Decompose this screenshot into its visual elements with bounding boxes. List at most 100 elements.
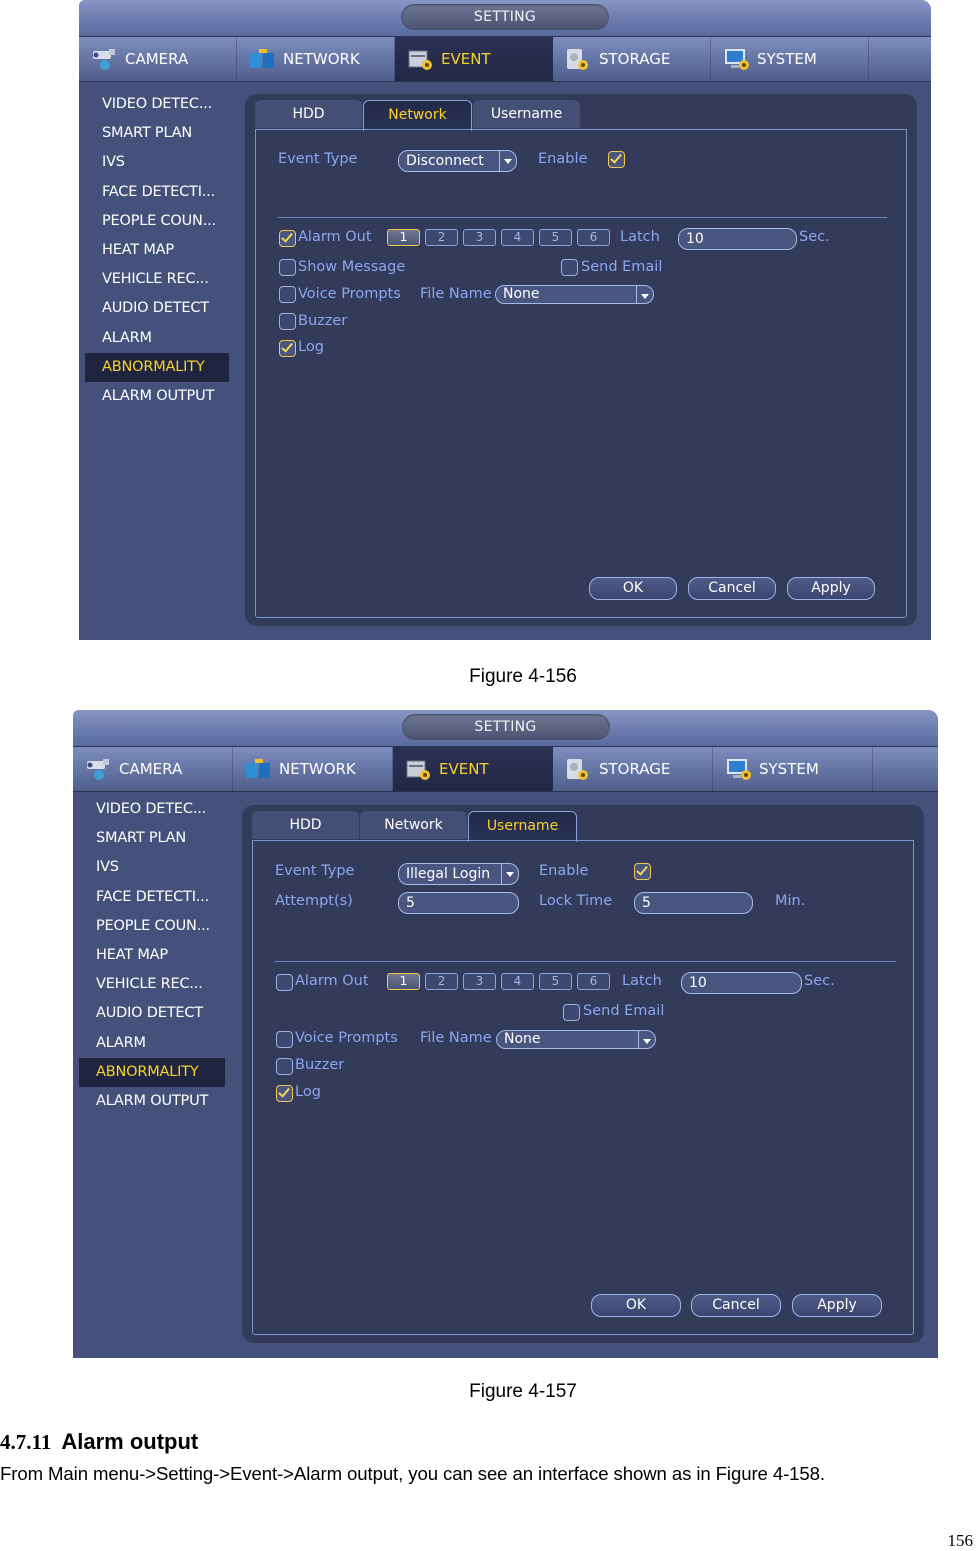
subtab-hdd[interactable]: HDD bbox=[252, 811, 359, 839]
side-item-alarm-output[interactable]: ALARM OUTPUT bbox=[79, 1087, 225, 1116]
subtab-network[interactable]: Network bbox=[363, 100, 472, 131]
channel-2-button[interactable]: 2 bbox=[425, 973, 458, 990]
side-item-video-detect[interactable]: VIDEO DETEC... bbox=[79, 795, 225, 824]
tab-event[interactable]: EVENT bbox=[395, 37, 553, 81]
lock-time-input[interactable]: 5 bbox=[634, 892, 753, 914]
channel-6-button[interactable]: 6 bbox=[577, 973, 610, 990]
event-type-dropdown[interactable]: Disconnect bbox=[398, 150, 517, 172]
side-item-audio-detect[interactable]: AUDIO DETECT bbox=[85, 294, 229, 323]
subtab-hdd[interactable]: HDD bbox=[255, 100, 362, 128]
side-item-heat-map[interactable]: HEAT MAP bbox=[85, 236, 229, 265]
side-item-smart-plan[interactable]: SMART PLAN bbox=[85, 119, 229, 148]
send-email-label: Send Email bbox=[583, 1003, 665, 1019]
tab-camera[interactable]: CAMERA bbox=[73, 747, 233, 791]
log-checkbox[interactable] bbox=[279, 340, 296, 357]
event-type-dropdown[interactable]: Illegal Login bbox=[398, 863, 519, 885]
side-item-abnormality[interactable]: ABNORMALITY bbox=[79, 1057, 225, 1087]
log-checkbox[interactable] bbox=[276, 1085, 293, 1102]
send-email-checkbox[interactable] bbox=[563, 1004, 580, 1021]
latch-input[interactable]: 10 bbox=[678, 228, 797, 250]
buzzer-label: Buzzer bbox=[298, 313, 348, 329]
side-item-audio-detect[interactable]: AUDIO DETECT bbox=[79, 999, 225, 1028]
file-name-label: File Name bbox=[420, 286, 492, 302]
enable-checkbox[interactable] bbox=[634, 863, 651, 880]
ok-button[interactable]: OK bbox=[591, 1294, 681, 1317]
channel-3-button[interactable]: 3 bbox=[463, 973, 496, 990]
subtab-network[interactable]: Network bbox=[360, 811, 467, 839]
channel-3-button[interactable]: 3 bbox=[463, 229, 496, 246]
tab-camera[interactable]: CAMERA bbox=[79, 37, 237, 81]
figure-caption: Figure 4-156 bbox=[469, 666, 577, 687]
alarm-out-checkbox[interactable] bbox=[276, 974, 293, 991]
voice-prompts-checkbox[interactable] bbox=[276, 1031, 293, 1048]
side-item-ivs[interactable]: IVS bbox=[79, 853, 225, 882]
send-email-checkbox[interactable] bbox=[561, 259, 578, 276]
apply-button[interactable]: Apply bbox=[787, 577, 875, 600]
cancel-button[interactable]: Cancel bbox=[691, 1294, 781, 1317]
camera-icon bbox=[85, 757, 113, 781]
tab-event[interactable]: EVENT bbox=[393, 747, 553, 791]
file-name-dropdown[interactable]: None bbox=[496, 1030, 656, 1049]
tab-system[interactable]: SYSTEM bbox=[713, 747, 873, 791]
side-item-alarm[interactable]: ALARM bbox=[85, 324, 229, 353]
side-item-smart-plan[interactable]: SMART PLAN bbox=[79, 824, 225, 853]
event-type-label: Event Type bbox=[278, 151, 358, 167]
side-item-vehicle-recognition[interactable]: VEHICLE REC... bbox=[79, 970, 225, 999]
event-icon bbox=[405, 757, 433, 781]
event-side-menu: VIDEO DETEC... SMART PLAN IVS FACE DETEC… bbox=[85, 90, 229, 411]
enable-label: Enable bbox=[538, 151, 588, 167]
ok-button[interactable]: OK bbox=[589, 577, 677, 600]
subtab-username[interactable]: Username bbox=[473, 100, 580, 128]
side-item-ivs[interactable]: IVS bbox=[85, 148, 229, 177]
side-item-abnormality[interactable]: ABNORMALITY bbox=[85, 352, 229, 382]
buzzer-checkbox[interactable] bbox=[279, 313, 296, 330]
file-name-dropdown[interactable]: None bbox=[495, 285, 654, 304]
side-item-video-detect[interactable]: VIDEO DETEC... bbox=[85, 90, 229, 119]
subtab-username[interactable]: Username bbox=[468, 811, 577, 842]
enable-label: Enable bbox=[539, 863, 589, 879]
channel-2-button[interactable]: 2 bbox=[425, 229, 458, 246]
side-item-people-counting[interactable]: PEOPLE COUN... bbox=[79, 912, 225, 941]
side-item-heat-map[interactable]: HEAT MAP bbox=[79, 941, 225, 970]
side-item-vehicle-recognition[interactable]: VEHICLE REC... bbox=[85, 265, 229, 294]
channel-5-button[interactable]: 5 bbox=[539, 229, 572, 246]
channel-4-button[interactable]: 4 bbox=[501, 973, 534, 990]
side-item-face-detection[interactable]: FACE DETECTI... bbox=[79, 883, 225, 912]
tab-storage[interactable]: STORAGE bbox=[553, 37, 711, 81]
show-message-checkbox[interactable] bbox=[279, 259, 296, 276]
tab-storage-label: STORAGE bbox=[599, 50, 671, 68]
attempts-input[interactable]: 5 bbox=[398, 892, 519, 914]
latch-label: Latch bbox=[620, 229, 660, 245]
apply-button[interactable]: Apply bbox=[792, 1294, 882, 1317]
send-email-label: Send Email bbox=[581, 259, 663, 275]
panel-content bbox=[252, 840, 914, 1335]
channel-5-button[interactable]: 5 bbox=[539, 973, 572, 990]
alarm-out-checkbox[interactable] bbox=[279, 230, 296, 247]
latch-input[interactable]: 10 bbox=[681, 972, 802, 994]
title-bar: SETTING bbox=[73, 710, 938, 747]
side-item-face-detection[interactable]: FACE DETECTI... bbox=[85, 178, 229, 207]
enable-checkbox[interactable] bbox=[608, 151, 625, 168]
event-type-value: Illegal Login bbox=[406, 866, 491, 882]
tab-network[interactable]: NETWORK bbox=[233, 747, 393, 791]
buzzer-checkbox[interactable] bbox=[276, 1058, 293, 1075]
tab-network[interactable]: NETWORK bbox=[237, 37, 395, 81]
side-item-alarm-output[interactable]: ALARM OUTPUT bbox=[85, 382, 229, 411]
tab-storage[interactable]: STORAGE bbox=[553, 747, 713, 791]
divider bbox=[275, 961, 896, 962]
file-name-value: None bbox=[504, 1031, 541, 1047]
side-item-alarm[interactable]: ALARM bbox=[79, 1029, 225, 1058]
side-item-people-counting[interactable]: PEOPLE COUN... bbox=[85, 207, 229, 236]
log-label: Log bbox=[295, 1084, 321, 1100]
channel-1-button[interactable]: 1 bbox=[387, 973, 420, 990]
attempts-label: Attempt(s) bbox=[275, 893, 353, 909]
channel-6-button[interactable]: 6 bbox=[577, 229, 610, 246]
cancel-button[interactable]: Cancel bbox=[688, 577, 776, 600]
tab-system[interactable]: SYSTEM bbox=[711, 37, 869, 81]
latch-unit: Sec. bbox=[804, 973, 835, 989]
voice-prompts-checkbox[interactable] bbox=[279, 286, 296, 303]
tab-system-label: SYSTEM bbox=[757, 50, 817, 68]
sub-tabs: HDD Network Username bbox=[252, 811, 578, 842]
channel-1-button[interactable]: 1 bbox=[387, 229, 420, 246]
channel-4-button[interactable]: 4 bbox=[501, 229, 534, 246]
